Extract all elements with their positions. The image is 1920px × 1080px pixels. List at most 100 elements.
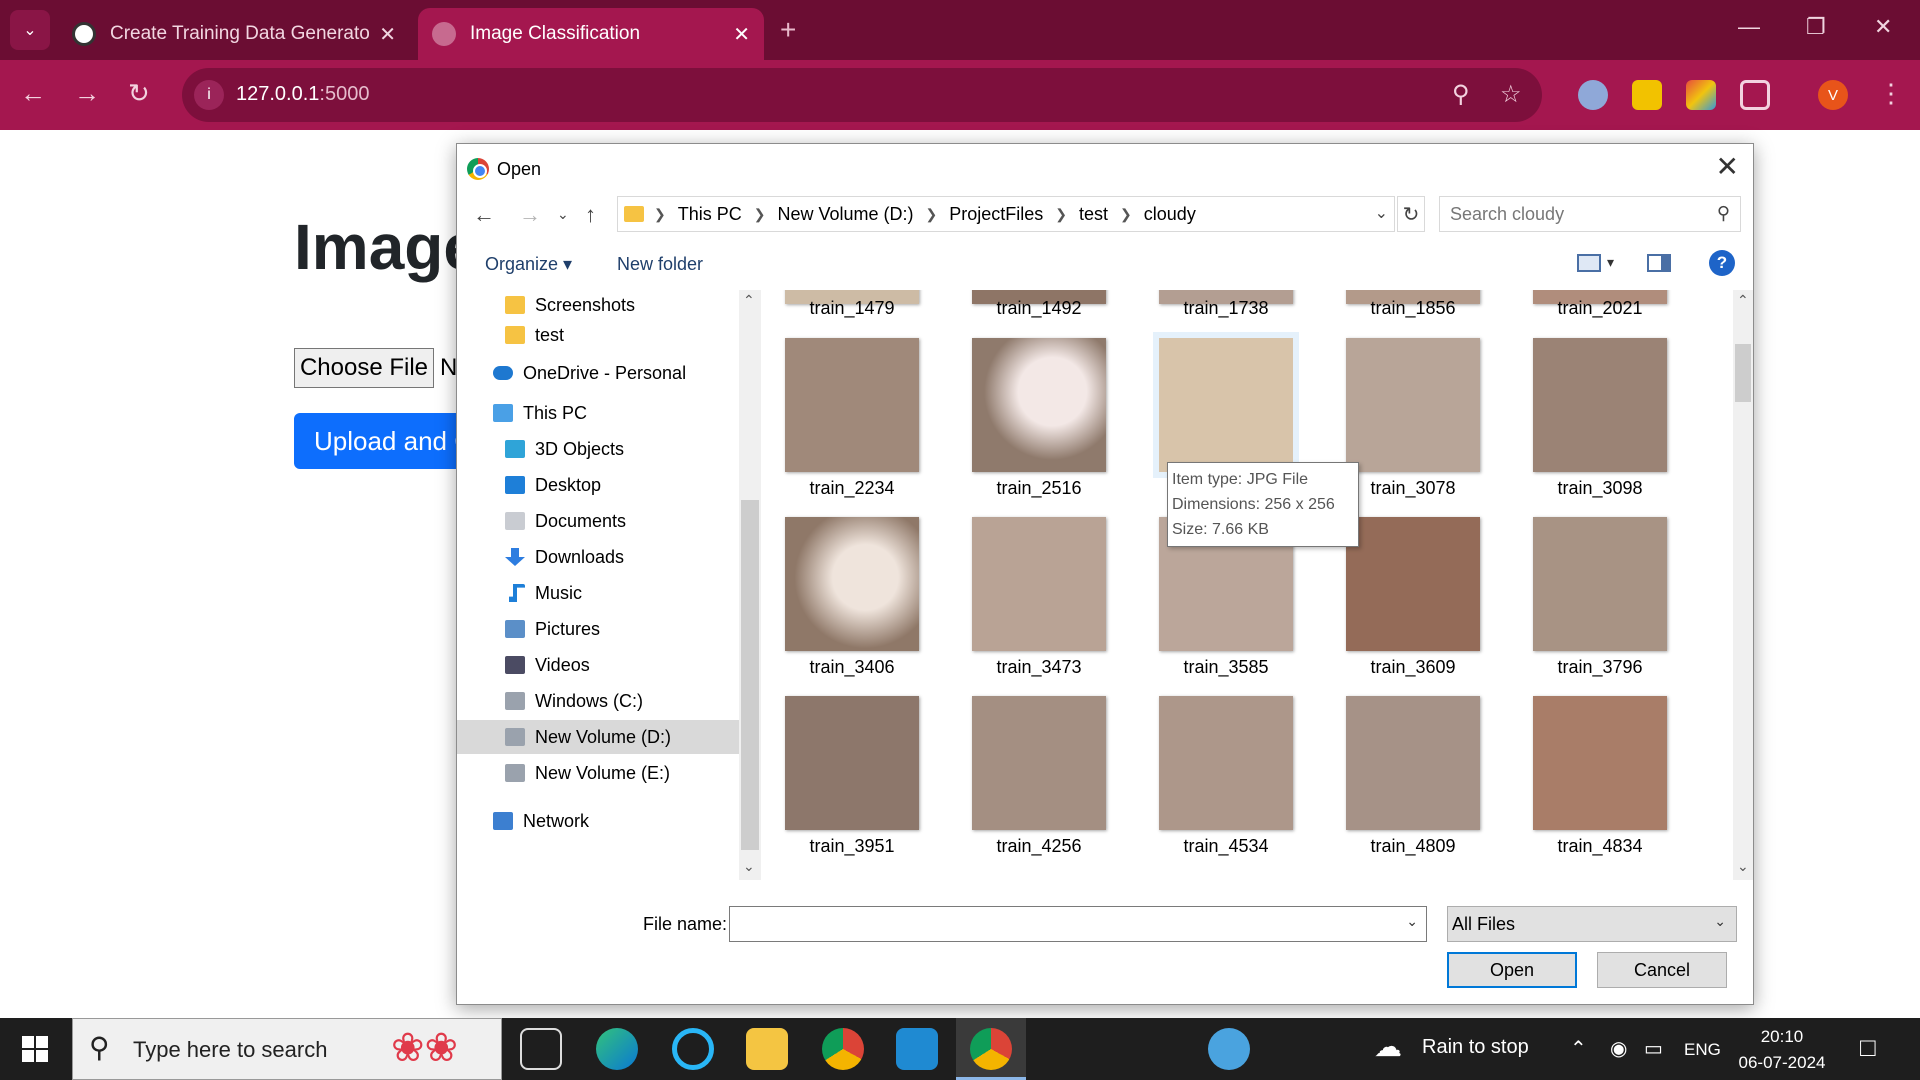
extension-icon[interactable] [1686,80,1716,110]
nav-item-windows-c[interactable]: Windows (C:) [457,684,739,718]
dialog-back-icon[interactable]: ← [473,202,495,228]
help-app-icon[interactable] [1208,1028,1250,1070]
nav-item-test[interactable]: test [457,318,739,352]
new-tab-icon[interactable]: + [780,14,796,46]
close-tab-icon[interactable]: ✕ [379,22,396,47]
organize-button[interactable]: Organize ▾ [485,254,572,275]
file-name-input[interactable]: ⌄ [729,906,1427,942]
open-button[interactable]: Open [1447,952,1577,988]
nav-scrollbar[interactable]: ⌃ ⌄ [739,290,761,880]
tab-create-training-data[interactable]: Create Training Data Generator ✕ [58,8,410,60]
nav-item-music[interactable]: Music [457,576,739,610]
chevron-down-icon[interactable]: ⌄ [1406,913,1418,930]
back-icon[interactable]: ← [20,78,46,109]
restore-icon[interactable]: ❐ [1806,14,1826,40]
file-tile[interactable]: train_3951 [767,690,919,860]
tray-chevron-icon[interactable]: ⌃ [1570,1036,1587,1061]
breadcrumb-projectfiles[interactable]: ProjectFiles [949,204,1043,225]
dialog-close-icon[interactable]: ✕ [1716,150,1739,183]
new-folder-button[interactable]: New folder [617,254,703,275]
file-tile[interactable]: train_3406 [767,511,919,681]
file-explorer-icon[interactable] [746,1028,788,1070]
nav-item-desktop[interactable]: Desktop [457,468,739,502]
edge-icon[interactable] [596,1028,638,1070]
nav-item-this-pc[interactable]: This PC [457,396,739,430]
scroll-down-icon[interactable]: ⌄ [1737,858,1749,875]
nav-item-onedrive[interactable]: OneDrive - Personal [457,356,739,390]
preview-pane-icon[interactable] [1647,254,1671,272]
scrollbar-thumb[interactable] [1735,344,1751,402]
notifications-icon[interactable]: □ [1860,1032,1876,1063]
extension-icon[interactable] [1632,80,1662,110]
file-tile[interactable]: train_4256 [954,690,1106,860]
cancel-button[interactable]: Cancel [1597,952,1727,988]
task-view-icon[interactable] [520,1028,562,1070]
file-tile[interactable]: train_2516 [954,332,1106,502]
nav-item-new-volume-e[interactable]: New Volume (E:) [457,756,739,790]
bookmark-star-icon[interactable]: ☆ [1500,80,1522,109]
scroll-up-icon[interactable]: ⌃ [743,292,755,309]
weather-icon[interactable]: ☁ [1374,1030,1402,1063]
file-tile[interactable]: train_3098 [1515,332,1667,502]
wifi-icon[interactable]: ◉ [1610,1036,1627,1061]
grid-scrollbar[interactable]: ⌃ ⌄ [1733,290,1753,880]
recent-locations-icon[interactable]: ⌄ [557,206,569,223]
help-icon[interactable]: ? [1709,250,1735,276]
breadcrumb-test[interactable]: test [1079,204,1108,225]
forward-icon[interactable]: → [74,78,100,109]
up-folder-icon[interactable]: ↑ [585,202,596,228]
breadcrumb-cloudy[interactable]: cloudy [1144,204,1196,225]
file-tile[interactable]: train_4809 [1328,690,1480,860]
scroll-down-icon[interactable]: ⌄ [743,858,755,875]
extension-icon[interactable] [1578,80,1608,110]
refresh-icon[interactable]: ↻ [1397,196,1425,232]
site-info-icon[interactable]: i [194,80,224,110]
breadcrumb-new-volume-d[interactable]: New Volume (D:) [777,204,913,225]
chrome-icon[interactable] [822,1028,864,1070]
file-tile[interactable]: train_4834 [1515,690,1667,860]
windows-start-icon[interactable] [22,1036,48,1062]
scroll-up-icon[interactable]: ⌃ [1737,292,1749,309]
tab-search-button[interactable]: ⌄ [10,10,50,50]
zoom-icon[interactable]: ⚲ [1452,80,1470,109]
reload-icon[interactable]: ↻ [128,78,150,109]
dialog-breadcrumb[interactable]: ❯ This PC ❯ New Volume (D:) ❯ ProjectFil… [617,196,1395,232]
cortana-icon[interactable] [672,1028,714,1070]
chevron-down-icon[interactable]: ⌄ [1375,203,1388,223]
close-tab-icon[interactable]: ✕ [733,22,750,47]
scrollbar-thumb[interactable] [741,500,759,850]
nav-item-3d-objects[interactable]: 3D Objects [457,432,739,466]
clock[interactable]: 20:10 06-07-2024 [1734,1024,1830,1076]
file-name: train_3406 [809,657,895,677]
address-bar[interactable]: i 127.0.0.1:5000 ⚲ ☆ [182,68,1542,122]
nav-item-network[interactable]: Network [457,804,739,838]
view-options-icon[interactable] [1577,254,1601,272]
nav-item-downloads[interactable]: Downloads [457,540,739,574]
language-indicator[interactable]: ENG [1684,1040,1721,1060]
dialog-forward-icon[interactable]: → [519,202,541,228]
weather-text[interactable]: Rain to stop [1422,1036,1529,1059]
file-type-select[interactable]: All Files ⌄ [1447,906,1737,942]
file-tile[interactable]: train_3473 [954,511,1106,681]
view-dropdown-icon[interactable]: ▾ [1607,254,1614,271]
nav-item-documents[interactable]: Documents [457,504,739,538]
choose-file-button[interactable]: Choose File [294,348,434,388]
tab-image-classification[interactable]: Image Classification ✕ [418,8,764,60]
menu-kebab-icon[interactable]: ⋮ [1878,78,1904,109]
nav-item-new-volume-d[interactable]: New Volume (D:) [457,720,739,754]
vscode-icon[interactable] [896,1028,938,1070]
extensions-puzzle-icon[interactable] [1740,80,1770,110]
chrome-profile-taskbar-item[interactable] [956,1018,1026,1080]
profile-avatar[interactable]: V [1818,80,1848,110]
file-tile[interactable]: train_2234 [767,332,919,502]
battery-icon[interactable]: ▭ [1644,1036,1663,1061]
nav-item-videos[interactable]: Videos [457,648,739,682]
dialog-search-input[interactable]: Search cloudy ⚲ [1439,196,1741,232]
close-window-icon[interactable]: ✕ [1874,14,1892,40]
minimize-icon[interactable]: — [1738,14,1760,40]
file-tile[interactable]: train_3796 [1515,511,1667,681]
file-tile[interactable]: train_4534 [1141,690,1293,860]
breadcrumb-this-pc[interactable]: This PC [678,204,742,225]
nav-item-pictures[interactable]: Pictures [457,612,739,646]
taskbar-search[interactable]: ⚲ Type here to search ❀❀ [72,1018,502,1080]
